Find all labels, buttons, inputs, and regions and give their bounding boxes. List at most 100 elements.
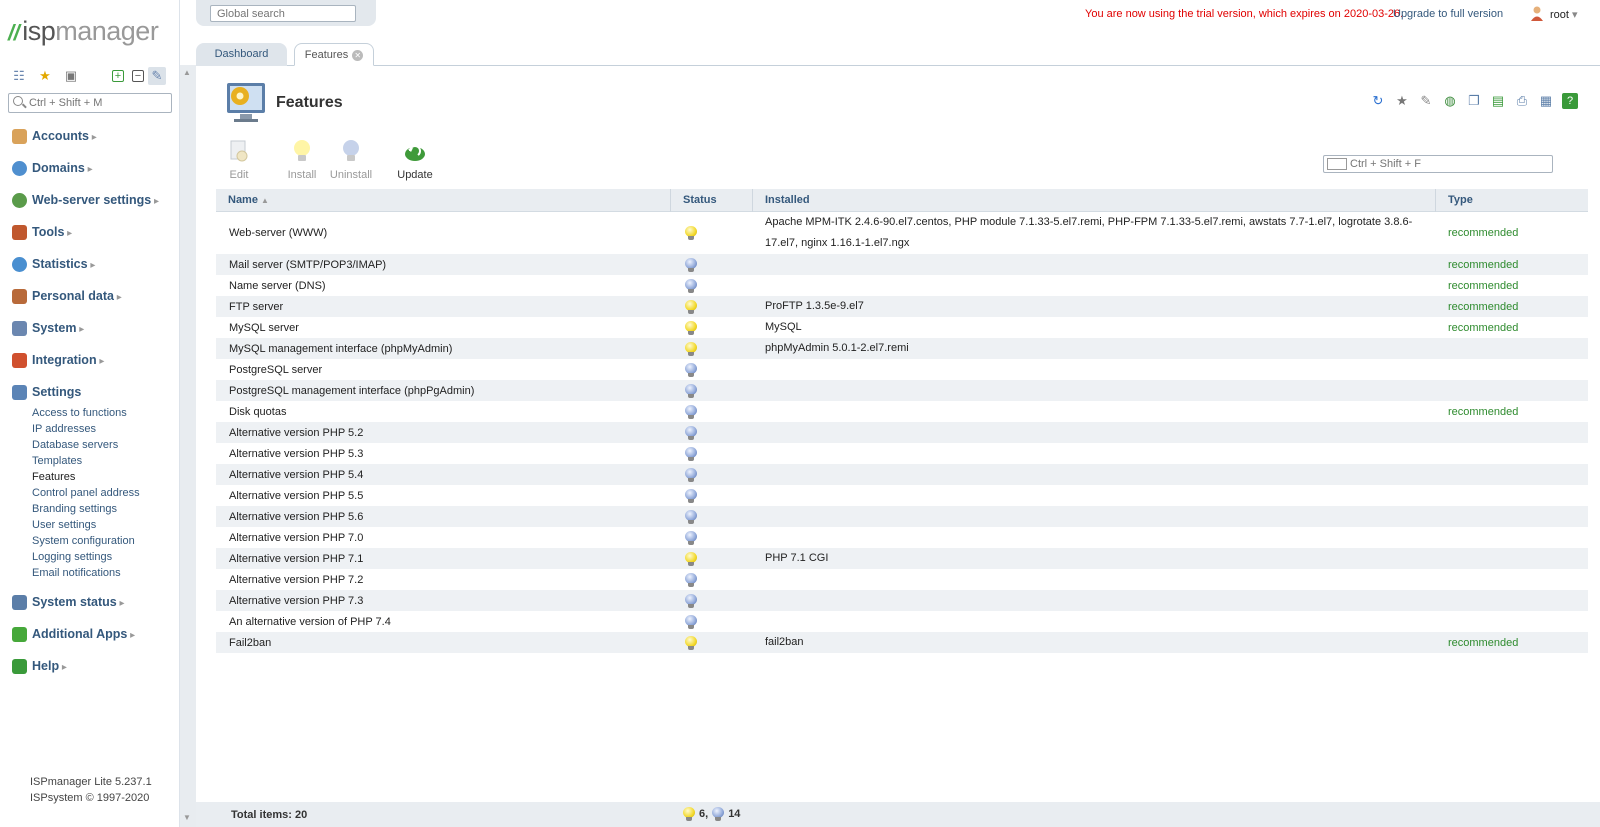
print-icon[interactable]: ⎙ — [1514, 93, 1530, 109]
sidebar-item-additional-apps[interactable]: Additional Apps — [10, 625, 180, 657]
scroll-down-icon[interactable]: ▼ — [183, 813, 191, 822]
tab-dashboard[interactable]: Dashboard — [196, 43, 287, 66]
sidebar-subitem-email-notifications[interactable]: Email notifications — [10, 565, 180, 581]
column-header-status[interactable]: Status — [670, 189, 752, 212]
table-filter-input[interactable] — [1350, 157, 1550, 171]
column-header-type[interactable]: Type — [1435, 189, 1588, 212]
feature-name: PostgreSQL server — [229, 363, 323, 376]
expand-all-icon[interactable]: + — [112, 70, 124, 82]
scroll-up-icon[interactable]: ▲ — [183, 68, 191, 77]
table-row[interactable]: Fail2ban fail2ban recommended — [216, 632, 1588, 653]
update-button[interactable]: Update — [388, 139, 442, 181]
table-row[interactable]: Mail server (SMTP/POP3/IMAP) recommended — [216, 254, 1588, 275]
table-row[interactable]: Alternative version PHP 7.2 — [216, 569, 1588, 590]
table-row[interactable]: FTP server ProFTP 1.3.5e-9.el7 recommended — [216, 296, 1588, 317]
feature-name: Alternative version PHP 5.6 — [229, 510, 364, 523]
feature-type — [1435, 464, 1588, 485]
sidebar-item-system-status[interactable]: System status — [10, 593, 180, 625]
table-row[interactable]: MySQL management interface (phpMyAdmin) p… — [216, 338, 1588, 359]
table-row[interactable]: Alternative version PHP 5.2 — [216, 422, 1588, 443]
table-row[interactable]: Alternative version PHP 5.5 — [216, 485, 1588, 506]
table-row[interactable]: PostgreSQL server — [216, 359, 1588, 380]
sidebar-item-label: Settings — [32, 385, 82, 399]
table-row[interactable]: Alternative version PHP 5.6 — [216, 506, 1588, 527]
table-row[interactable]: Alternative version PHP 7.1 PHP 7.1 CGI — [216, 548, 1588, 569]
sidebar-item-personal-data[interactable]: Personal data — [10, 287, 180, 319]
table-row[interactable]: Name server (DNS) recommended — [216, 275, 1588, 296]
sidebar-subitem-ip-addresses[interactable]: IP addresses — [10, 421, 180, 437]
refresh-icon[interactable]: ↻ — [1370, 93, 1386, 109]
table-row[interactable]: Alternative version PHP 5.3 — [216, 443, 1588, 464]
not-installed-count: 14 — [728, 808, 741, 820]
favorites-star-icon[interactable]: ★ — [36, 67, 54, 85]
tab-features[interactable]: Features ✕ — [294, 43, 374, 66]
feature-name: Alternative version PHP 7.1 — [229, 552, 364, 565]
sidebar-subitem-database-servers[interactable]: Database servers — [10, 437, 180, 453]
edit-button[interactable]: Edit — [212, 139, 266, 181]
tree-view-icon[interactable]: ☷ — [10, 67, 28, 85]
not-installed-bulb-icon — [685, 509, 697, 524]
sidebar-item-web-server-settings[interactable]: Web-server settings — [10, 191, 180, 223]
star-icon[interactable]: ★ — [1394, 93, 1410, 109]
pin-icon[interactable]: ✎ — [1418, 93, 1434, 109]
table-row[interactable]: Alternative version PHP 7.3 — [216, 590, 1588, 611]
sidebar-item-integration[interactable]: Integration — [10, 351, 180, 383]
global-search-input[interactable] — [210, 5, 356, 22]
sidebar-subitem-templates[interactable]: Templates — [10, 453, 180, 469]
sidebar-item-system[interactable]: System — [10, 319, 180, 351]
sidebar-subitem-system-configuration[interactable]: System configuration — [10, 533, 180, 549]
sidebar-item-accounts[interactable]: Accounts — [10, 127, 180, 159]
feature-type — [1435, 548, 1588, 569]
sidebar-item-domains[interactable]: Domains — [10, 159, 180, 191]
upgrade-link[interactable]: Upgrade to full version — [1393, 8, 1503, 20]
table-footer: Total items: 20 6, 14 — [196, 802, 1600, 827]
sidebar-subitem-access-to-functions[interactable]: Access to functions — [10, 405, 180, 421]
collapse-all-icon[interactable]: − — [132, 70, 144, 82]
uninstall-button[interactable]: Uninstall — [324, 139, 378, 181]
sidebar-subitem-features[interactable]: Features — [10, 469, 180, 485]
sidebar-subitem-logging-settings[interactable]: Logging settings — [10, 549, 180, 565]
menu-search[interactable] — [8, 93, 172, 113]
feature-installed: Apache MPM-ITK 2.4.6-90.el7.centos, PHP … — [765, 216, 1413, 249]
close-tab-icon[interactable]: ✕ — [352, 49, 364, 61]
column-header-name[interactable]: Name ▲ — [216, 189, 670, 212]
sidebar-subitem-control-panel-address[interactable]: Control panel address — [10, 485, 180, 501]
uninstall-bulb-icon — [343, 140, 359, 161]
table-row[interactable]: Web-server (WWW) Apache MPM-ITK 2.4.6-90.… — [216, 212, 1588, 254]
user-menu[interactable]: root — [1550, 8, 1578, 21]
install-button[interactable]: Install — [275, 139, 329, 181]
pin-icon[interactable]: ✎ — [148, 67, 166, 85]
globe-settings-icon[interactable]: ◍ — [1442, 93, 1458, 109]
tab-label: Dashboard — [214, 48, 269, 60]
sidebar-scrollbar[interactable]: ▲ ▼ — [180, 65, 196, 827]
copy-icon[interactable]: ❐ — [1466, 93, 1482, 109]
settings-icon — [12, 385, 27, 400]
table-settings-icon[interactable]: ▦ — [1538, 93, 1554, 109]
table-row[interactable]: Alternative version PHP 5.4 — [216, 464, 1588, 485]
ispmanager-logo[interactable]: //ispmanager — [8, 16, 159, 47]
user-avatar-icon[interactable] — [1529, 5, 1545, 21]
table-row[interactable]: Disk quotas recommended — [216, 401, 1588, 422]
sidebar-subitem-user-settings[interactable]: User settings — [10, 517, 180, 533]
sidebar-item-tools[interactable]: Tools — [10, 223, 180, 255]
menu-search-input[interactable] — [29, 95, 169, 111]
table-row[interactable]: Alternative version PHP 7.0 — [216, 527, 1588, 548]
help-icon[interactable]: ? — [1562, 93, 1578, 109]
table-filter[interactable] — [1323, 155, 1553, 173]
sidebar-subitem-branding-settings[interactable]: Branding settings — [10, 501, 180, 517]
feature-type — [1435, 527, 1588, 548]
table-row[interactable]: MySQL server MySQL recommended — [216, 317, 1588, 338]
feature-name: MySQL server — [229, 321, 299, 334]
feature-type: recommended — [1448, 258, 1519, 271]
feature-status — [670, 527, 752, 548]
briefcase-icon[interactable]: ▣ — [62, 67, 80, 85]
table-row[interactable]: An alternative version of PHP 7.4 — [216, 611, 1588, 632]
export-icon[interactable]: ▤ — [1490, 93, 1506, 109]
sidebar-item-statistics[interactable]: Statistics — [10, 255, 180, 287]
sidebar-item-help[interactable]: Help — [10, 657, 180, 689]
update-label: Update — [397, 169, 433, 181]
column-header-installed[interactable]: Installed — [752, 189, 1435, 212]
table-row[interactable]: PostgreSQL management interface (phpPgAd… — [216, 380, 1588, 401]
feature-installed: MySQL — [765, 321, 802, 333]
feature-name: Alternative version PHP 5.4 — [229, 468, 364, 481]
